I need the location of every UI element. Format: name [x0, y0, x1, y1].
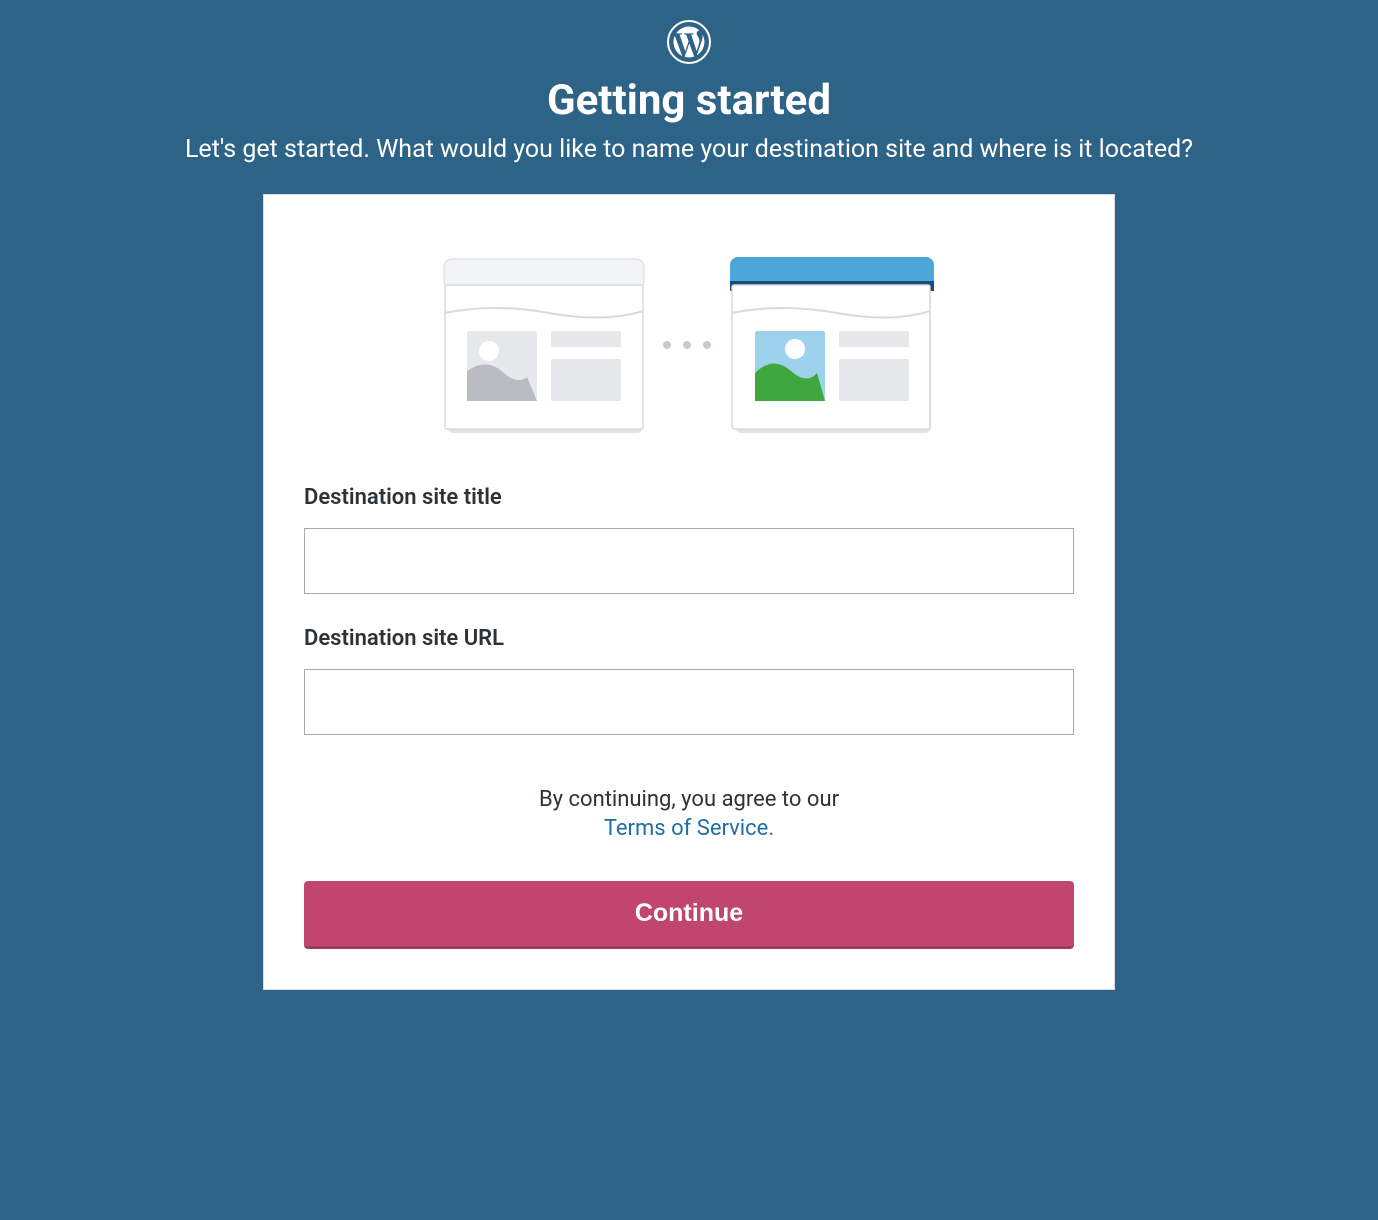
setup-card: Destination site title Destination site …: [263, 194, 1115, 990]
terms-text: By continuing, you agree to our Terms of…: [539, 783, 839, 841]
site-title-label: Destination site title: [304, 485, 1074, 510]
site-url-input[interactable]: [304, 669, 1074, 735]
site-url-group: Destination site URL: [304, 626, 1074, 735]
site-url-label: Destination site URL: [304, 626, 1074, 651]
wordpress-logo-icon: [667, 20, 711, 68]
terms-link[interactable]: Terms of Service.: [604, 816, 774, 841]
page-title: Getting started: [547, 76, 831, 125]
site-title-input[interactable]: [304, 528, 1074, 594]
continue-button[interactable]: Continue: [304, 881, 1074, 949]
terms-prefix: By continuing, you agree to our: [539, 783, 839, 816]
site-title-group: Destination site title: [304, 485, 1074, 594]
page-subtitle: Let's get started. What would you like t…: [185, 135, 1193, 164]
migration-illustration: [304, 255, 1074, 435]
